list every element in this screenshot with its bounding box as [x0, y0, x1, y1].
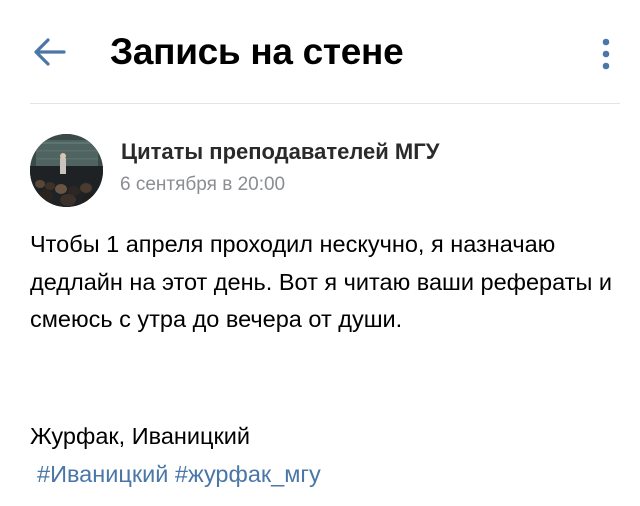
avatar[interactable] — [30, 134, 103, 207]
more-options-button[interactable] — [588, 32, 624, 76]
lecture-hall-photo — [30, 134, 103, 207]
vertical-dots-icon — [602, 38, 610, 70]
arrow-left-icon — [34, 38, 66, 66]
header-divider — [30, 103, 620, 104]
hashtag-link[interactable]: #Иваницкий — [37, 461, 168, 487]
post-body: Чтобы 1 апреля проходил нескучно, я назн… — [30, 231, 612, 332]
top-bar: Запись на стене — [0, 0, 640, 104]
post-text: Чтобы 1 апреля проходил нескучно, я назн… — [30, 226, 620, 339]
post-signature: Журфак, Иваницкий — [30, 423, 251, 449]
page-title: Запись на стене — [110, 31, 404, 72]
back-button[interactable] — [28, 30, 72, 74]
hashtag-link[interactable]: #журфак_мгу — [175, 461, 321, 487]
post-date: 6 сентября в 20:00 — [120, 174, 286, 195]
post-author[interactable]: Цитаты преподавателей МГУ — [121, 138, 439, 166]
hashtag-list: #Иваницкий #журфак_мгу — [37, 458, 321, 490]
